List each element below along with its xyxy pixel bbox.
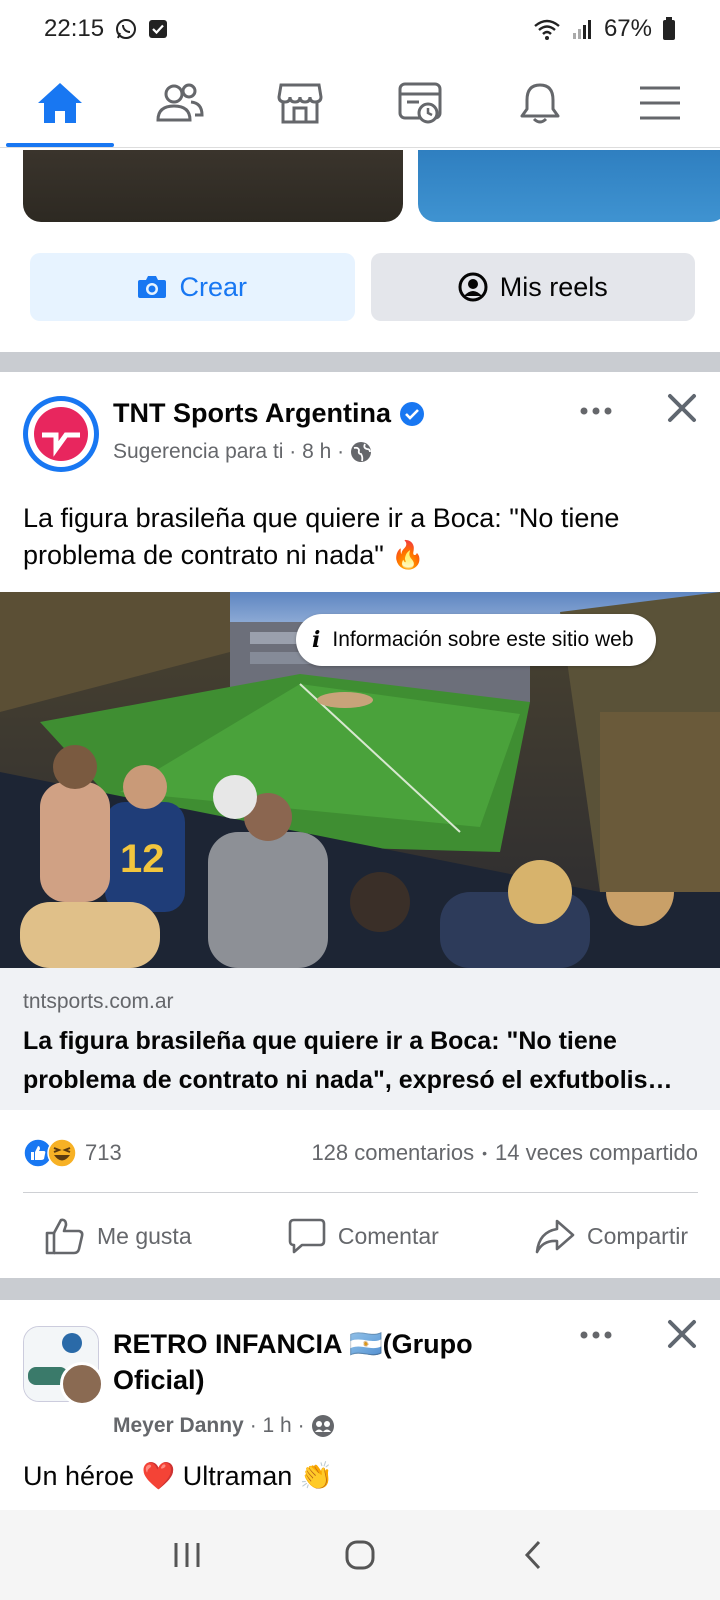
group-name[interactable]: RETRO INFANCIA 🇦🇷(Grupo Oficial) <box>113 1326 523 1398</box>
like-button[interactable]: Me gusta <box>45 1217 192 1255</box>
marketplace-icon <box>277 83 323 123</box>
checkbox-notification-icon <box>148 19 168 39</box>
comment-label: Comentar <box>337 1222 439 1249</box>
section-divider <box>0 352 720 372</box>
my-reels-label: Mis reels <box>499 271 608 302</box>
home-button[interactable] <box>330 1525 390 1585</box>
battery-percent: 67% <box>603 15 652 42</box>
post-text: Un héroe ❤️ Ultraman 👏 <box>23 1461 334 1491</box>
whatsapp-icon <box>114 17 138 41</box>
more-options-button[interactable] <box>576 1320 616 1350</box>
reels-actions: Crear Mis reels <box>30 253 695 321</box>
comment-button[interactable]: Comentar <box>288 1217 439 1255</box>
create-reel-label: Crear <box>179 271 247 302</box>
recent-apps-icon <box>174 1543 200 1567</box>
tab-marketplace[interactable] <box>240 58 360 147</box>
more-options-button[interactable] <box>576 396 616 426</box>
more-dots-icon <box>580 1331 612 1339</box>
share-label: Compartir <box>587 1222 688 1249</box>
friends-icon <box>156 83 204 121</box>
home-circle-icon <box>345 1540 375 1570</box>
share-icon <box>535 1219 575 1254</box>
haha-reaction-icon <box>47 1138 77 1168</box>
reel-thumbnail[interactable] <box>23 150 403 222</box>
profile-circle-icon <box>458 272 488 302</box>
post-image[interactable]: 12 i Información sobre este sitio web <box>0 592 720 968</box>
share-button[interactable]: Compartir <box>535 1218 688 1254</box>
my-reels-button[interactable]: Mis reels <box>370 253 695 321</box>
reaction-icons[interactable]: 713 <box>23 1138 122 1168</box>
avatar[interactable] <box>23 396 99 472</box>
tab-home[interactable] <box>0 58 120 147</box>
group-members-icon <box>311 1415 334 1437</box>
hide-post-button[interactable] <box>664 1316 700 1352</box>
tab-notifications[interactable] <box>480 58 600 147</box>
shares-count[interactable]: 14 veces compartido <box>495 1140 698 1166</box>
reactions-bar: 713 128 comentarios • 14 veces compartid… <box>23 1133 698 1173</box>
separator-dot: • <box>482 1145 487 1161</box>
system-navigation-bar <box>0 1510 720 1600</box>
comment-icon <box>288 1218 326 1254</box>
signal-icon <box>572 18 594 40</box>
reel-thumbnail[interactable] <box>418 150 720 222</box>
battery-icon <box>662 17 676 41</box>
verified-badge-icon <box>400 401 425 426</box>
post-meta-text: Sugerencia para ti · 8 h · <box>113 440 345 463</box>
reels-strip <box>0 150 720 222</box>
info-icon: i <box>312 627 321 653</box>
section-divider <box>0 1278 720 1300</box>
post-header: TNT Sports Argentina Sugerencia para ti … <box>0 394 720 486</box>
back-button[interactable] <box>503 1525 563 1585</box>
site-info-button[interactable]: i Información sobre este sitio web <box>296 614 656 666</box>
globe-icon <box>351 442 372 462</box>
close-icon <box>668 394 696 422</box>
back-chevron-icon <box>525 1540 541 1570</box>
bell-icon <box>520 83 560 123</box>
post-header: RETRO INFANCIA 🇦🇷(Grupo Oficial) Meyer D… <box>0 1320 720 1437</box>
post-author[interactable]: TNT Sports Argentina <box>113 398 425 429</box>
post-time: · 1 h · <box>249 1414 305 1437</box>
comments-count[interactable]: 128 comentarios <box>311 1140 474 1166</box>
tnt-logo-icon <box>34 407 88 461</box>
member-name[interactable]: Meyer Danny <box>113 1414 244 1438</box>
link-title: La figura brasileña que quiere ir a Boca… <box>23 1027 673 1094</box>
divider-line <box>23 1192 698 1193</box>
create-reel-button[interactable]: Crear <box>30 253 355 321</box>
hide-post-button[interactable] <box>664 390 700 426</box>
like-label: Me gusta <box>97 1222 192 1249</box>
status-bar: 22:15 67% <box>0 0 720 58</box>
post-text: La figura brasileña que quiere ir a Boca… <box>23 503 620 570</box>
menu-icon <box>640 86 680 119</box>
recent-apps-button[interactable] <box>157 1525 217 1585</box>
member-avatar[interactable] <box>60 1362 104 1406</box>
more-dots-icon <box>580 407 612 415</box>
feeds-icon <box>398 82 442 123</box>
clock: 22:15 <box>44 15 105 42</box>
tab-feeds[interactable] <box>360 58 480 147</box>
reaction-count: 713 <box>85 1140 122 1165</box>
site-info-label: Información sobre este sitio web <box>332 628 634 651</box>
tab-friends[interactable] <box>120 58 240 147</box>
wifi-icon <box>532 17 562 41</box>
thumbs-up-icon <box>45 1218 84 1255</box>
camera-icon <box>138 276 167 298</box>
main-nav <box>0 58 720 148</box>
tab-menu[interactable] <box>600 58 720 147</box>
post-meta: Meyer Danny · 1 h · <box>113 1414 335 1438</box>
link-domain: tntsports.com.ar <box>23 990 174 1013</box>
svg-text:12: 12 <box>120 837 165 881</box>
post-actions: Me gusta Comentar Compartir <box>23 1210 698 1262</box>
home-icon <box>38 82 82 123</box>
close-icon <box>668 1320 696 1348</box>
link-preview[interactable]: tntsports.com.ar La figura brasileña que… <box>0 968 720 1110</box>
post-meta: Sugerencia para ti · 8 h · <box>113 440 372 464</box>
author-name: TNT Sports Argentina <box>113 398 392 428</box>
